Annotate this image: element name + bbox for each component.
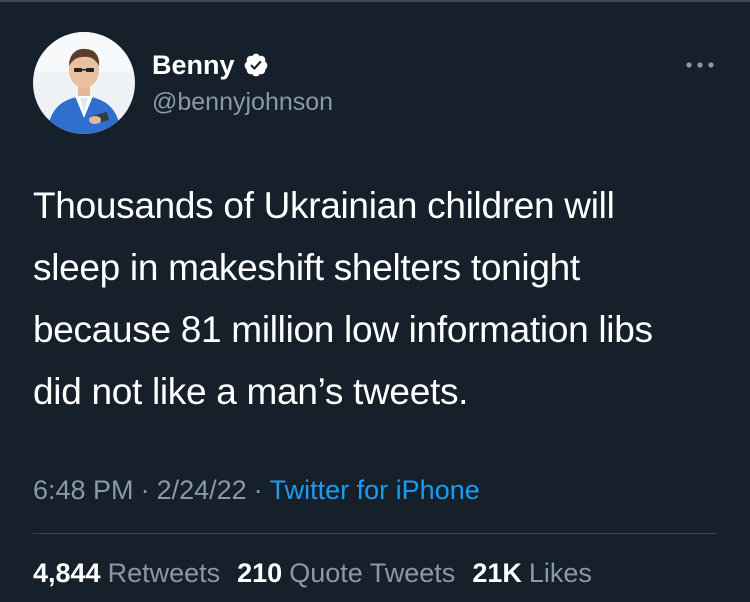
tweet-text: Thousands of Ukrainian children will sle… <box>33 175 733 423</box>
display-name[interactable]: Benny <box>152 48 235 82</box>
verified-badge-icon <box>243 52 269 78</box>
likes-label: Likes <box>528 558 592 588</box>
likes-count: 21K <box>472 558 522 588</box>
author-handle[interactable]: @bennyjohnson <box>152 86 333 118</box>
tweet-date[interactable]: 2/24/22 <box>157 475 247 505</box>
engagement-stats: 4,844 Retweets 210 Quote Tweets 21K Likes <box>33 553 609 593</box>
tweet-source-link[interactable]: Twitter for iPhone <box>270 475 480 505</box>
retweets-label: Retweets <box>107 558 221 588</box>
more-options-icon[interactable] <box>684 58 716 72</box>
quote-tweets-count: 210 <box>237 558 283 588</box>
tweet-text-line: sleep in makeshift shelters tonight <box>33 247 580 288</box>
meta-separator: · <box>253 475 263 505</box>
profile-photo-icon <box>33 32 135 134</box>
tweet-time[interactable]: 6:48 PM <box>33 475 134 505</box>
author-name-row: Benny <box>152 48 269 82</box>
tweet-metadata: 6:48 PM · 2/24/22 · Twitter for iPhone <box>33 470 480 510</box>
retweets-stat[interactable]: 4,844 Retweets <box>33 553 220 593</box>
avatar[interactable] <box>33 32 135 134</box>
tweet-text-line: did not like a man’s tweets. <box>33 371 469 412</box>
quote-tweets-label: Quote Tweets <box>289 558 456 588</box>
likes-stat[interactable]: 21K Likes <box>472 553 592 593</box>
meta-separator: · <box>140 475 150 505</box>
stats-divider <box>33 533 717 534</box>
retweets-count: 4,844 <box>33 558 101 588</box>
tweet-text-line: because 81 million low information libs <box>33 309 653 350</box>
tweet-text-line: Thousands of Ukrainian children will <box>33 185 615 226</box>
quote-tweets-stat[interactable]: 210 Quote Tweets <box>237 553 455 593</box>
top-divider <box>0 0 750 2</box>
